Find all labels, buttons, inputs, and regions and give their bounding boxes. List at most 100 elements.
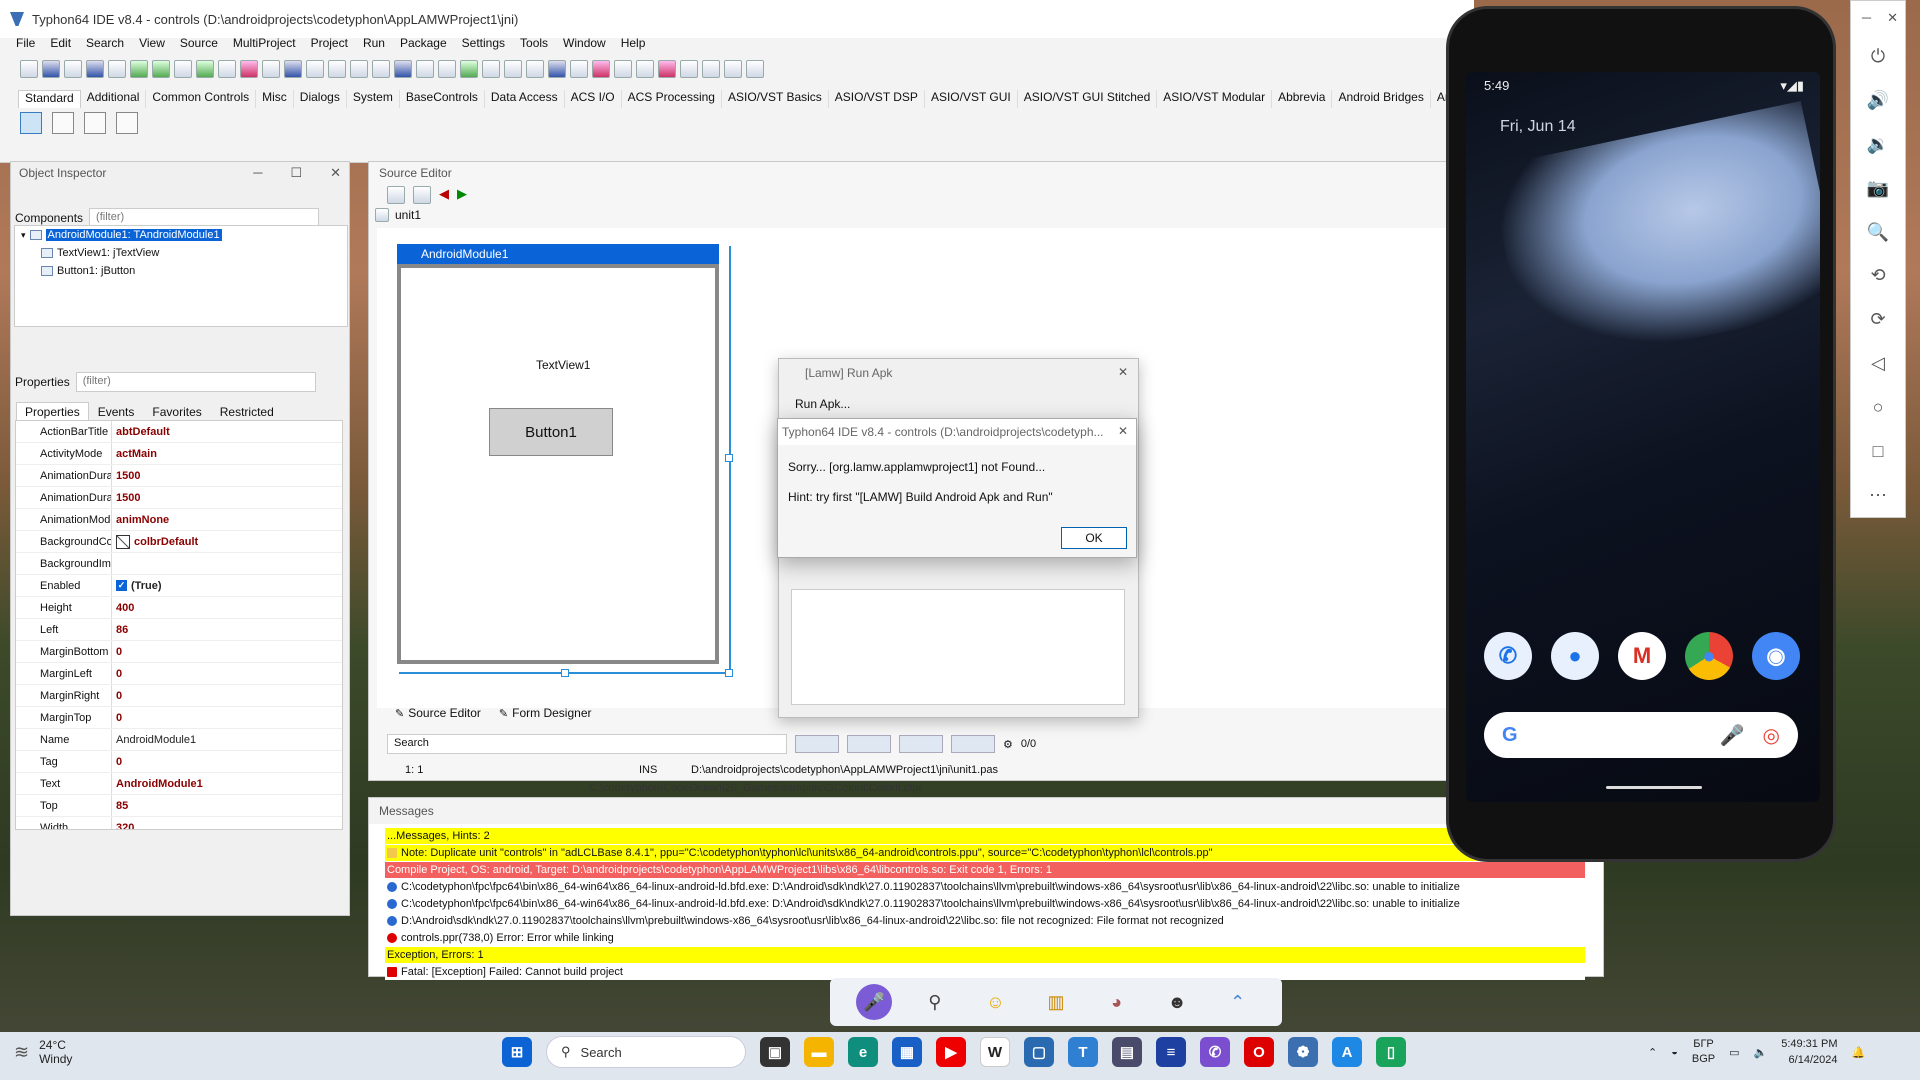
tree-node[interactable]: Button1: jButton xyxy=(15,262,347,280)
message-line[interactable]: controls.ppr(738,0) Error: Error while l… xyxy=(385,930,1585,946)
taskbar-search-box[interactable]: ⚲ Search xyxy=(546,1036,746,1068)
menu-item-view[interactable]: View xyxy=(139,36,172,56)
resize-handle-corner[interactable] xyxy=(725,669,733,677)
tab-favorites[interactable]: Favorites xyxy=(143,402,210,422)
message-line[interactable]: ...Messages, Hints: 2 xyxy=(385,828,1585,844)
property-value[interactable]: 85 xyxy=(112,795,342,816)
tree-node[interactable]: TextView1: jTextView xyxy=(15,244,347,262)
typhon-icon[interactable]: T xyxy=(1068,1037,1098,1067)
resize-handle-bottom[interactable] xyxy=(561,669,569,677)
property-value[interactable]: actMain xyxy=(112,443,342,464)
search-options-icon[interactable]: ⚙ xyxy=(1003,738,1013,751)
toolbar-button-icon[interactable] xyxy=(42,60,60,78)
property-row[interactable]: Tag 0 xyxy=(16,751,342,773)
menu-item-project[interactable]: Project xyxy=(311,36,355,56)
palette-tab[interactable]: ACS I/O xyxy=(565,90,622,108)
property-value[interactable]: 0 xyxy=(112,707,342,728)
back-arrow-icon[interactable]: ◀ xyxy=(439,186,449,204)
toolbar-button-icon[interactable] xyxy=(658,60,676,78)
property-row[interactable]: Height 400 xyxy=(16,597,342,619)
property-row[interactable]: Name AndroidModule1 xyxy=(16,729,342,751)
palette-tab[interactable]: Common Controls xyxy=(146,90,257,108)
toolbar-button-icon[interactable] xyxy=(504,60,522,78)
language-indicator[interactable]: БГР BGP xyxy=(1692,1037,1715,1067)
toolbar-button-icon[interactable] xyxy=(526,60,544,78)
toolbar-button-icon[interactable] xyxy=(636,60,654,78)
property-value[interactable]: 0 xyxy=(112,641,342,662)
store-icon[interactable]: ▦ xyxy=(892,1037,922,1067)
android-home-screen[interactable]: 5:49 ▾◢▮ Fri, Jun 14 ✆ ● M ● ◉ G 🎤 ◎ xyxy=(1466,72,1820,802)
chevron-up-icon[interactable]: ⌃ xyxy=(1220,984,1256,1020)
menu-item-run[interactable]: Run xyxy=(363,36,392,56)
close-icon[interactable]: ✕ xyxy=(330,165,341,181)
search-last-button[interactable] xyxy=(899,735,943,753)
toolbar-button-icon[interactable] xyxy=(570,60,588,78)
toolbar-button-icon[interactable] xyxy=(350,60,368,78)
property-value[interactable]: AndroidModule1 xyxy=(112,729,342,750)
menu-item-package[interactable]: Package xyxy=(400,36,454,56)
toolbar-button-icon[interactable] xyxy=(724,60,742,78)
toolbar-button-icon[interactable] xyxy=(174,60,192,78)
search-prev-button[interactable] xyxy=(847,735,891,753)
toolbar-button-icon[interactable] xyxy=(108,60,126,78)
menu-item-tools[interactable]: Tools xyxy=(520,36,555,56)
android-module-form[interactable]: TextView1 Button1 xyxy=(397,264,719,664)
toolbar-button-icon[interactable] xyxy=(130,60,148,78)
screenshot-icon[interactable]: 📷 xyxy=(1850,166,1906,210)
phone-app-icon[interactable]: ✆ xyxy=(1484,632,1532,680)
remote-desktop-icon[interactable]: ▢ xyxy=(1024,1037,1054,1067)
tree-node[interactable]: ▾ AndroidModule1: TAndroidModule1 xyxy=(15,226,347,244)
menu-item-window[interactable]: Window xyxy=(563,36,613,56)
notification-bell-icon[interactable]: 🔔 xyxy=(1851,1046,1865,1059)
property-row[interactable]: BackgroundIma xyxy=(16,553,342,575)
calculator-icon[interactable]: ▤ xyxy=(1112,1037,1142,1067)
weather-widget[interactable]: ≋ 24°C Windy xyxy=(14,1038,72,1066)
property-value[interactable]: 1500 xyxy=(112,465,342,486)
palette-tab[interactable]: Misc xyxy=(256,90,294,108)
toolbar-button-icon[interactable] xyxy=(64,60,82,78)
opera-icon[interactable]: O xyxy=(1244,1037,1274,1067)
minimize-icon[interactable]: ─ xyxy=(253,165,262,181)
toolbar-button-icon[interactable] xyxy=(416,60,434,78)
property-value[interactable]: AndroidModule1 xyxy=(112,773,342,794)
palette-tab[interactable]: ASIO/VST DSP xyxy=(829,90,925,108)
messages-app-icon[interactable]: ● xyxy=(1551,632,1599,680)
toolbar-button-icon[interactable] xyxy=(328,60,346,78)
property-value[interactable]: 86 xyxy=(112,619,342,640)
menu-item-edit[interactable]: Edit xyxy=(50,36,78,56)
properties-filter-input[interactable]: (filter) xyxy=(75,372,316,392)
youtube-icon[interactable]: ▶ xyxy=(936,1037,966,1067)
toolbar-button-icon[interactable] xyxy=(460,60,478,78)
property-value[interactable]: ✓ (True) xyxy=(112,575,342,596)
property-row[interactable]: Enabled ✓ (True) xyxy=(16,575,342,597)
palette-tab[interactable]: Abbrevia xyxy=(1272,90,1333,108)
property-row[interactable]: MarginBottom 0 xyxy=(16,641,342,663)
close-icon[interactable]: ✕ xyxy=(1118,365,1128,379)
property-value[interactable]: 0 xyxy=(112,751,342,772)
property-row[interactable]: MarginRight 0 xyxy=(16,685,342,707)
file-explorer-icon[interactable]: ▬ xyxy=(804,1037,834,1067)
chevron-up-icon[interactable]: ⌃ xyxy=(1648,1046,1657,1059)
message-line[interactable]: C:\codetyphon\fpc\fpc64\bin\x86_64-win64… xyxy=(385,879,1585,895)
unit-list-icon[interactable] xyxy=(413,186,431,204)
toolbar-button-icon[interactable] xyxy=(702,60,720,78)
popup-menu-component-icon[interactable] xyxy=(84,112,106,134)
message-line[interactable]: C:\codetyphon\fpc\fpc64\bin\x86_64-win64… xyxy=(385,896,1585,912)
network-drive-icon[interactable]: ◒ xyxy=(1671,1046,1678,1058)
forward-arrow-icon[interactable]: ▶ xyxy=(457,186,467,204)
face-app-icon[interactable]: ☻ xyxy=(1159,984,1195,1020)
edge-icon[interactable]: e xyxy=(848,1037,878,1067)
resize-handle-right[interactable] xyxy=(725,454,733,462)
toolbar-button-icon[interactable] xyxy=(680,60,698,78)
toolbar-button-icon[interactable] xyxy=(592,60,610,78)
button-component-icon[interactable] xyxy=(116,112,138,134)
app-a-icon[interactable]: A xyxy=(1332,1037,1362,1067)
menu-item-help[interactable]: Help xyxy=(621,36,653,56)
palette-tab[interactable]: Data Access xyxy=(485,90,565,108)
more-icon[interactable]: ⋯ xyxy=(1850,473,1906,517)
game-app-icon[interactable]: ▥ xyxy=(1038,984,1074,1020)
chevron-down-icon[interactable]: ▾ xyxy=(21,230,26,241)
camera-app-icon[interactable]: ◉ xyxy=(1752,632,1800,680)
toolbar-button-icon[interactable] xyxy=(196,60,214,78)
tab-events[interactable]: Events xyxy=(89,402,144,422)
